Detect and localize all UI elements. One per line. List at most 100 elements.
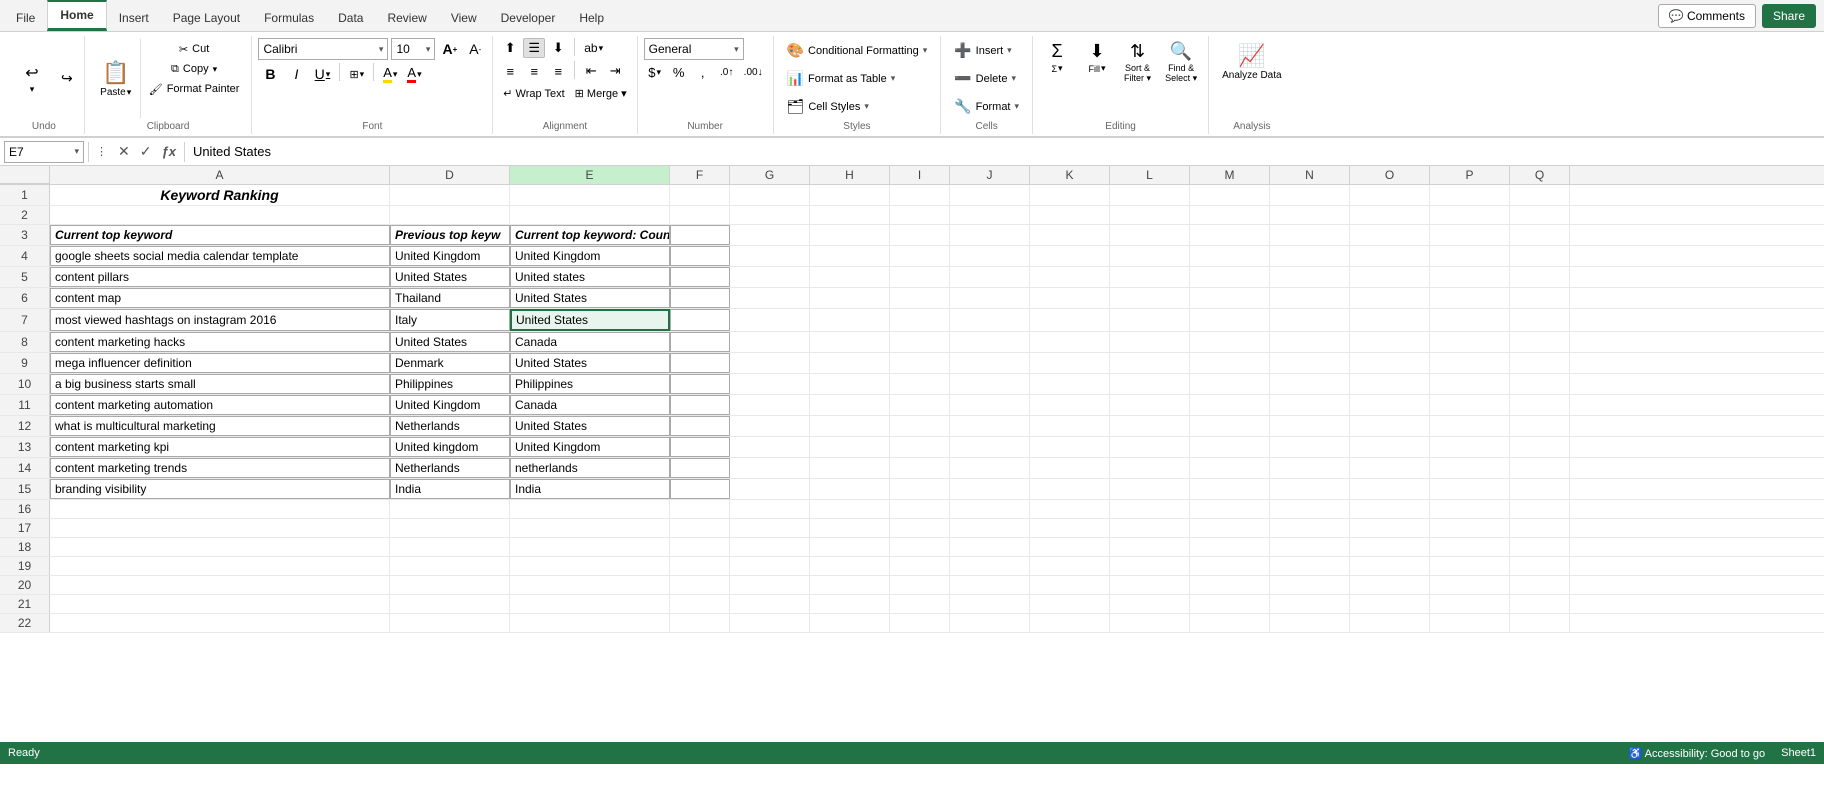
cell-H3[interactable]	[810, 225, 890, 245]
cell-N10[interactable]	[1270, 374, 1350, 394]
cell-J9[interactable]	[950, 353, 1030, 373]
cell-A8[interactable]: content marketing hacks	[50, 332, 390, 352]
cell-N8[interactable]	[1270, 332, 1350, 352]
cell-A1[interactable]: Keyword Ranking	[50, 185, 390, 205]
cell-L8[interactable]	[1110, 332, 1190, 352]
cell-Q13[interactable]	[1510, 437, 1570, 457]
cell-I10[interactable]	[890, 374, 950, 394]
cell-M9[interactable]	[1190, 353, 1270, 373]
fill-button[interactable]: ⬇ Fill ▾	[1079, 38, 1115, 77]
cell-M14[interactable]	[1190, 458, 1270, 478]
cell-K5[interactable]	[1030, 267, 1110, 287]
cell-N2[interactable]	[1270, 206, 1350, 224]
cell-F9[interactable]	[670, 353, 730, 373]
cell-E7[interactable]: United States	[510, 309, 670, 331]
cell-A6[interactable]: content map	[50, 288, 390, 308]
cell-A14[interactable]: content marketing trends	[50, 458, 390, 478]
cell-F2[interactable]	[670, 206, 730, 224]
cell-A17[interactable]	[50, 519, 390, 537]
cell-D20[interactable]	[390, 576, 510, 594]
cell-H15[interactable]	[810, 479, 890, 499]
cell-D2[interactable]	[390, 206, 510, 224]
row-header-8[interactable]: 8	[0, 332, 50, 352]
row-header-10[interactable]: 10	[0, 374, 50, 394]
cell-F11[interactable]	[670, 395, 730, 415]
cell-L2[interactable]	[1110, 206, 1190, 224]
cell-D11[interactable]: United Kingdom	[390, 395, 510, 415]
cell-K7[interactable]	[1030, 309, 1110, 331]
cell-E2[interactable]	[510, 206, 670, 224]
cell-N13[interactable]	[1270, 437, 1350, 457]
row-header-3[interactable]: 3	[0, 225, 50, 245]
cell-P16[interactable]	[1430, 500, 1510, 518]
cell-H8[interactable]	[810, 332, 890, 352]
cell-Q14[interactable]	[1510, 458, 1570, 478]
row-header-14[interactable]: 14	[0, 458, 50, 478]
cell-O3[interactable]	[1350, 225, 1430, 245]
cell-M5[interactable]	[1190, 267, 1270, 287]
bottom-align-button[interactable]: ⬇	[547, 38, 569, 58]
cell-Q12[interactable]	[1510, 416, 1570, 436]
cell-F16[interactable]	[670, 500, 730, 518]
cell-J17[interactable]	[950, 519, 1030, 537]
cell-A20[interactable]	[50, 576, 390, 594]
cell-F13[interactable]	[670, 437, 730, 457]
cell-E1[interactable]	[510, 185, 670, 205]
cell-N22[interactable]	[1270, 614, 1350, 632]
cell-L4[interactable]	[1110, 246, 1190, 266]
cell-G9[interactable]	[730, 353, 810, 373]
cell-L16[interactable]	[1110, 500, 1190, 518]
cell-G20[interactable]	[730, 576, 810, 594]
cell-E12[interactable]: United States	[510, 416, 670, 436]
format-button[interactable]: 🔧 Format ▾	[947, 94, 1026, 119]
cell-M7[interactable]	[1190, 309, 1270, 331]
cell-E13[interactable]: United Kingdom	[510, 437, 670, 457]
cell-D3[interactable]: Previous top keyw	[390, 225, 510, 245]
cell-D21[interactable]	[390, 595, 510, 613]
row-header-6[interactable]: 6	[0, 288, 50, 308]
cell-D13[interactable]: United kingdom	[390, 437, 510, 457]
insert-button[interactable]: ➕ Insert ▾	[947, 38, 1018, 63]
cell-D10[interactable]: Philippines	[390, 374, 510, 394]
cell-O11[interactable]	[1350, 395, 1430, 415]
cell-E8[interactable]: Canada	[510, 332, 670, 352]
cell-A4[interactable]: google sheets social media calendar temp…	[50, 246, 390, 266]
tab-pagelayout[interactable]: Page Layout	[161, 5, 252, 31]
underline-button[interactable]: U▾	[310, 64, 334, 84]
cell-L15[interactable]	[1110, 479, 1190, 499]
row-header-15[interactable]: 15	[0, 479, 50, 499]
cell-N15[interactable]	[1270, 479, 1350, 499]
cell-P4[interactable]	[1430, 246, 1510, 266]
confirm-formula-button[interactable]: ✓	[136, 141, 156, 162]
cell-D18[interactable]	[390, 538, 510, 556]
row-header-13[interactable]: 13	[0, 437, 50, 457]
cell-K21[interactable]	[1030, 595, 1110, 613]
cell-A5[interactable]: content pillars	[50, 267, 390, 287]
cell-D16[interactable]	[390, 500, 510, 518]
tab-view[interactable]: View	[439, 5, 489, 31]
cell-A11[interactable]: content marketing automation	[50, 395, 390, 415]
tab-formulas[interactable]: Formulas	[252, 5, 326, 31]
undo-button[interactable]: ↩ ▾	[10, 58, 54, 100]
cell-E21[interactable]	[510, 595, 670, 613]
cell-Q1[interactable]	[1510, 185, 1570, 205]
cell-L22[interactable]	[1110, 614, 1190, 632]
cell-J14[interactable]	[950, 458, 1030, 478]
cell-F3[interactable]	[670, 225, 730, 245]
cell-J4[interactable]	[950, 246, 1030, 266]
cell-Q8[interactable]	[1510, 332, 1570, 352]
cell-D14[interactable]: Netherlands	[390, 458, 510, 478]
cell-H5[interactable]	[810, 267, 890, 287]
italic-button[interactable]: I	[284, 64, 308, 84]
cell-M18[interactable]	[1190, 538, 1270, 556]
cell-Q22[interactable]	[1510, 614, 1570, 632]
currency-button[interactable]: $▾	[644, 63, 666, 82]
cell-A22[interactable]	[50, 614, 390, 632]
cell-J8[interactable]	[950, 332, 1030, 352]
cell-F22[interactable]	[670, 614, 730, 632]
cell-P11[interactable]	[1430, 395, 1510, 415]
cell-M11[interactable]	[1190, 395, 1270, 415]
share-button[interactable]: Share	[1762, 4, 1816, 28]
cell-O17[interactable]	[1350, 519, 1430, 537]
cell-G12[interactable]	[730, 416, 810, 436]
